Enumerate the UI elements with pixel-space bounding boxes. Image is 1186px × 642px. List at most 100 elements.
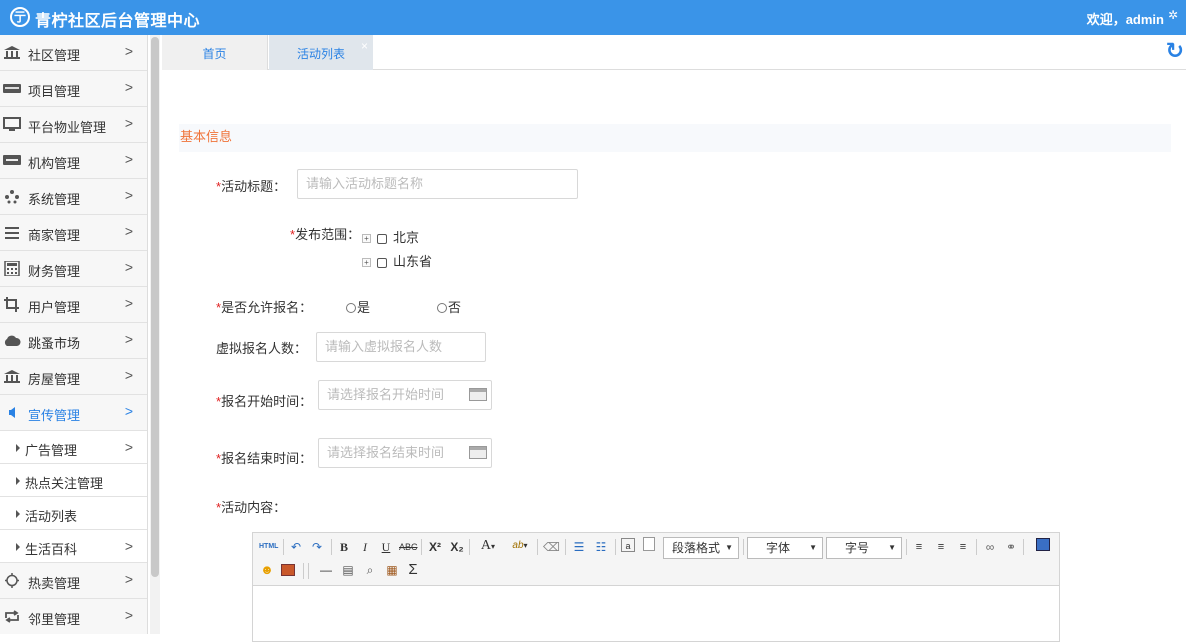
select-value: 段落格式 xyxy=(672,541,721,555)
highlight-button[interactable]: ab▾ xyxy=(507,537,533,555)
align-left-icon[interactable]: ≡ xyxy=(912,538,926,556)
radio-no[interactable]: 否 xyxy=(437,297,461,316)
toolbar-separator xyxy=(743,539,744,555)
start-time-label: *报名开始时间： xyxy=(216,391,312,410)
close-icon[interactable]: × xyxy=(361,27,368,65)
sidebar-item-user[interactable]: 用户管理 > xyxy=(0,287,147,323)
toolbar-separator xyxy=(331,539,332,555)
radio-label: 否 xyxy=(448,300,462,315)
font-color-button[interactable]: A▾ xyxy=(477,537,499,555)
main-content: 基本信息 *活动标题： 请输入活动标题名称 *发布范围： + 北京 + 山东省 *是… xyxy=(162,71,1186,642)
bold-button[interactable]: B xyxy=(337,538,351,556)
sidebar-subitem-life-wiki[interactable]: 生活百科 > xyxy=(0,530,147,563)
font-family-select[interactable]: 字体 ▼ xyxy=(747,537,823,559)
sidebar-item-org[interactable]: 机构管理 > xyxy=(0,143,147,179)
start-time-input[interactable]: 请选择报名开始时间 xyxy=(318,380,492,410)
underline-button[interactable]: U xyxy=(379,538,393,556)
sidebar-item-property[interactable]: 平台物业管理 > xyxy=(0,107,147,143)
emoticon-icon[interactable]: ☻ xyxy=(259,561,275,579)
bank-icon xyxy=(4,46,20,59)
horizontal-rule-icon[interactable]: — xyxy=(319,561,333,579)
refresh-icon[interactable]: ↻ xyxy=(1166,38,1184,64)
input-placeholder: 请选择报名结束时间 xyxy=(327,445,445,460)
sidebar-item-promotion[interactable]: 宣传管理 > xyxy=(0,395,147,431)
sidebar-item-hot-sale[interactable]: 热卖管理 > xyxy=(0,563,147,599)
font-size-select[interactable]: 字号 ▼ xyxy=(826,537,902,559)
tree-node-shandong[interactable]: + 山东省 xyxy=(362,251,432,270)
italic-button[interactable]: I xyxy=(358,538,372,556)
sidebar-item-system[interactable]: 系统管理 > xyxy=(0,179,147,215)
section-title: 基本信息 xyxy=(180,129,233,144)
fullscreen-icon[interactable] xyxy=(1036,538,1050,551)
virtual-count-label: 虚拟报名人数： xyxy=(216,341,308,356)
sidebar-item-label: 热卖管理 xyxy=(28,576,81,591)
sidebar-item-flea-market[interactable]: 跳蚤市场 > xyxy=(0,323,147,359)
redo-icon[interactable]: ↷ xyxy=(310,538,324,556)
html-source-button[interactable]: HTML xyxy=(259,538,278,556)
ordered-list-icon[interactable]: ☰ xyxy=(571,538,587,556)
strikethrough-button[interactable]: ABC xyxy=(399,538,418,556)
sidebar-item-finance[interactable]: 财务管理 > xyxy=(0,251,147,287)
subscript-button[interactable]: X₂ xyxy=(449,538,465,556)
radio-yes[interactable]: 是 xyxy=(346,297,370,316)
new-page-icon[interactable] xyxy=(643,537,655,551)
align-right-icon[interactable]: ≡ xyxy=(956,538,970,556)
superscript-button[interactable]: X² xyxy=(427,538,443,556)
calendar-icon[interactable] xyxy=(469,388,487,401)
formula-icon[interactable]: Σ xyxy=(406,561,420,579)
tree-checkbox[interactable] xyxy=(377,257,387,268)
preview-icon[interactable]: ⌕ xyxy=(363,561,377,579)
image-icon[interactable] xyxy=(281,564,295,576)
end-time-input[interactable]: 请选择报名结束时间 xyxy=(318,438,492,468)
calendar-icon[interactable] xyxy=(469,446,487,459)
virtual-count-input[interactable]: 请输入虚拟报名人数 xyxy=(316,332,486,362)
link-icon[interactable]: ∞ xyxy=(982,538,998,556)
chevron-right-icon: > xyxy=(124,79,133,95)
top-bar: 亍 青柠社区后台管理中心 欢迎，admin ✲ xyxy=(0,0,1186,35)
sidebar-item-housing[interactable]: 房屋管理 > xyxy=(0,359,147,395)
highlight-label: ab xyxy=(512,540,524,551)
tree-node-label: 山东省 xyxy=(393,254,433,269)
radio-label: 是 xyxy=(357,300,371,315)
sidebar-subitem-hotspot[interactable]: 热点关注管理 xyxy=(0,464,147,497)
unordered-list-icon[interactable]: ☷ xyxy=(593,538,609,556)
caret-right-icon xyxy=(16,543,20,551)
print-icon[interactable]: ▤ xyxy=(341,561,355,579)
sidebar-subitem-ads[interactable]: 广告管理 > xyxy=(0,431,147,464)
chevron-right-icon: > xyxy=(124,439,133,455)
undo-icon[interactable]: ↶ xyxy=(289,538,303,556)
rich-text-editor[interactable]: HTML ↶ ↷ B I U ABC X² X₂ A▾ ab▾ ⌫ ☰ ☷ a … xyxy=(252,532,1060,642)
paste-icon[interactable]: ▦ xyxy=(385,561,399,579)
paragraph-format-select[interactable]: 段落格式 ▼ xyxy=(663,537,739,559)
sidebar-subitem-activity-list[interactable]: 活动列表 xyxy=(0,497,147,530)
anchor-icon[interactable]: a xyxy=(621,538,635,552)
sidebar-item-community[interactable]: 社区管理 > xyxy=(0,35,147,71)
gear-icon[interactable]: ✲ xyxy=(1168,8,1178,22)
welcome-user[interactable]: 欢迎，admin xyxy=(1087,9,1164,28)
app-title: 青柠社区后台管理中心 xyxy=(35,13,201,30)
sidebar-item-merchant[interactable]: 商家管理 > xyxy=(0,215,147,251)
radio-button[interactable] xyxy=(437,302,447,313)
tree-checkbox[interactable] xyxy=(377,233,387,244)
scrollbar-thumb[interactable] xyxy=(151,37,159,577)
tree-node-beijing[interactable]: + 北京 xyxy=(362,227,419,246)
field-label: 活动标题： xyxy=(221,179,287,194)
toolbar-separator xyxy=(615,539,616,555)
expand-icon[interactable]: + xyxy=(362,234,371,244)
unlink-icon[interactable]: ⚭ xyxy=(1003,538,1019,556)
tab-activity-list[interactable]: 活动列表 × xyxy=(269,35,373,70)
radio-button[interactable] xyxy=(346,302,356,313)
sidebar-scrollbar[interactable] xyxy=(150,35,160,634)
chevron-right-icon: > xyxy=(124,115,133,131)
monitor-icon xyxy=(3,117,21,131)
activity-title-input[interactable]: 请输入活动标题名称 xyxy=(297,169,578,199)
tab-home[interactable]: 首页 xyxy=(162,35,268,70)
align-center-icon[interactable]: ≡ xyxy=(934,538,948,556)
toolbar-separator xyxy=(906,539,907,555)
sidebar-item-project[interactable]: 项目管理 > xyxy=(0,71,147,107)
sidebar-item-neighborhood[interactable]: 邻里管理 > xyxy=(0,599,147,634)
eraser-icon[interactable]: ⌫ xyxy=(543,538,560,556)
sidebar-item-label: 热点关注管理 xyxy=(25,476,104,491)
chevron-right-icon: > xyxy=(124,295,133,311)
expand-icon[interactable]: + xyxy=(362,258,371,268)
